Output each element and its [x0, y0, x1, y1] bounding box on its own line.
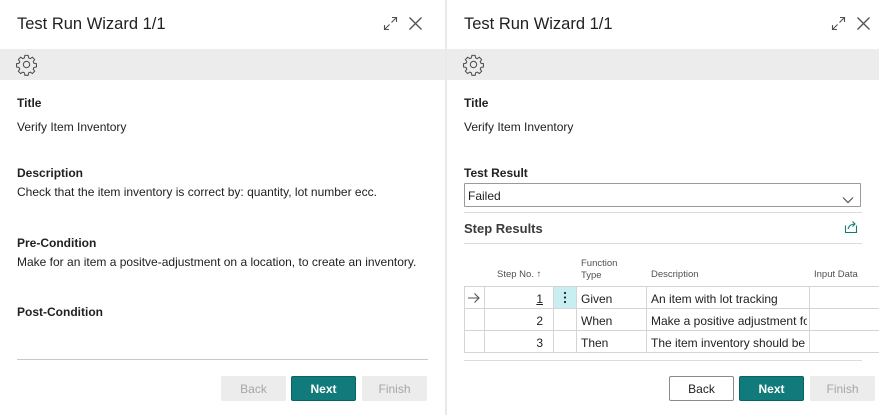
- title-label: Title: [464, 96, 489, 110]
- test-result-select[interactable]: Failed: [464, 183, 861, 207]
- col-header-function-type-line1: Function: [581, 258, 618, 269]
- wizard-dialog-left: Test Run Wizard 1/1 Title Verify Item In…: [0, 0, 445, 415]
- step-no-cell[interactable]: 3: [487, 336, 543, 350]
- dialog-title: Test Run Wizard 1/1: [17, 15, 166, 33]
- row-actions-button[interactable]: [554, 287, 576, 308]
- action-bar: [447, 49, 879, 80]
- footer-divider: [17, 359, 428, 360]
- step-no-cell[interactable]: 2: [487, 314, 543, 328]
- function-type-cell[interactable]: Then: [581, 336, 608, 350]
- next-button[interactable]: Next: [739, 376, 804, 401]
- precondition-value: Make for an item a positve-adjustment on…: [17, 255, 417, 269]
- description-cell[interactable]: Make a positive adjustment fo...: [651, 314, 807, 328]
- section-divider: [464, 243, 862, 244]
- action-bar: [0, 49, 445, 80]
- test-result-value: Failed: [468, 189, 501, 203]
- col-header-function-type-line2: Type: [581, 270, 602, 281]
- gear-icon[interactable]: [15, 53, 38, 76]
- step-no-cell[interactable]: 1: [487, 292, 543, 306]
- dialog-title: Test Run Wizard 1/1: [464, 15, 613, 33]
- description-value: Check that the item inventory is correct…: [17, 185, 377, 199]
- description-label: Description: [17, 166, 84, 180]
- expand-icon[interactable]: [383, 16, 399, 32]
- test-result-label: Test Result: [464, 166, 528, 180]
- finish-button[interactable]: Finish: [362, 376, 427, 401]
- step-results-title: Step Results: [464, 221, 543, 236]
- gear-icon[interactable]: [462, 53, 485, 76]
- function-type-cell[interactable]: When: [581, 314, 612, 328]
- close-icon[interactable]: [856, 16, 872, 32]
- back-button[interactable]: Back: [221, 376, 286, 401]
- col-header-step-no[interactable]: Step No. ↑: [497, 269, 541, 281]
- col-header-input-data[interactable]: Input Data: [814, 269, 858, 281]
- wizard-dialog-right: Test Run Wizard 1/1 Title Verify Item In…: [447, 0, 879, 415]
- close-icon[interactable]: [408, 16, 424, 32]
- expand-icon[interactable]: [831, 16, 847, 32]
- function-type-cell[interactable]: Given: [581, 292, 612, 306]
- section-divider: [464, 212, 862, 213]
- footer-divider: [464, 360, 862, 361]
- next-button[interactable]: Next: [291, 376, 356, 401]
- description-cell[interactable]: The item inventory should be ...: [651, 336, 807, 350]
- current-row-arrow-icon: [467, 291, 481, 309]
- back-button[interactable]: Back: [669, 376, 734, 401]
- col-header-step-no-label: Step No.: [497, 269, 534, 280]
- precondition-label: Pre-Condition: [17, 236, 97, 250]
- finish-button[interactable]: Finish: [810, 376, 875, 401]
- chevron-down-icon: [842, 191, 854, 209]
- title-label: Title: [17, 96, 42, 110]
- col-header-function-type[interactable]: Function Type: [581, 258, 617, 282]
- description-cell[interactable]: An item with lot tracking: [651, 292, 807, 306]
- title-value: Verify Item Inventory: [464, 120, 574, 134]
- col-header-description[interactable]: Description: [651, 269, 699, 281]
- share-icon[interactable]: [844, 220, 858, 239]
- sort-arrow-icon: ↑: [536, 269, 542, 280]
- title-value: Verify Item Inventory: [17, 120, 127, 134]
- postcondition-label: Post-Condition: [17, 305, 103, 319]
